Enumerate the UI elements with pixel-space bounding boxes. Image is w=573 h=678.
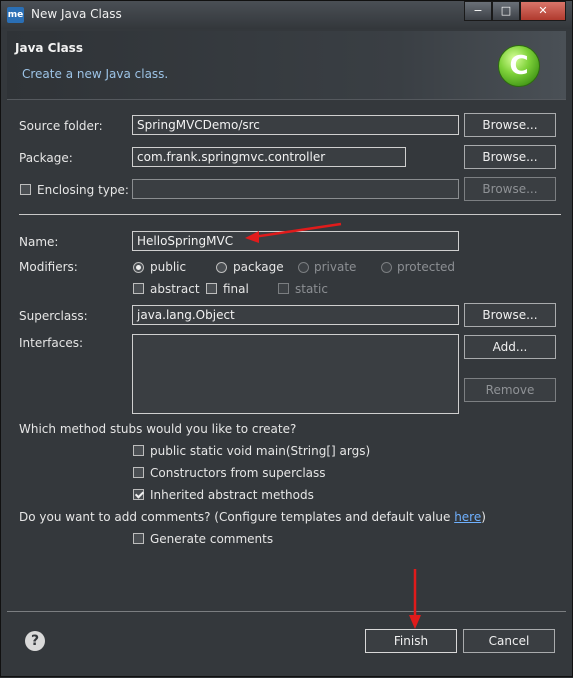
name-annotation-arrow bbox=[245, 222, 342, 243]
new-java-class-dialog: me New Java Class − □ ✕ Java Class Creat… bbox=[0, 0, 573, 677]
finish-annotation-arrow bbox=[409, 569, 421, 629]
annotation-arrows bbox=[245, 222, 421, 629]
